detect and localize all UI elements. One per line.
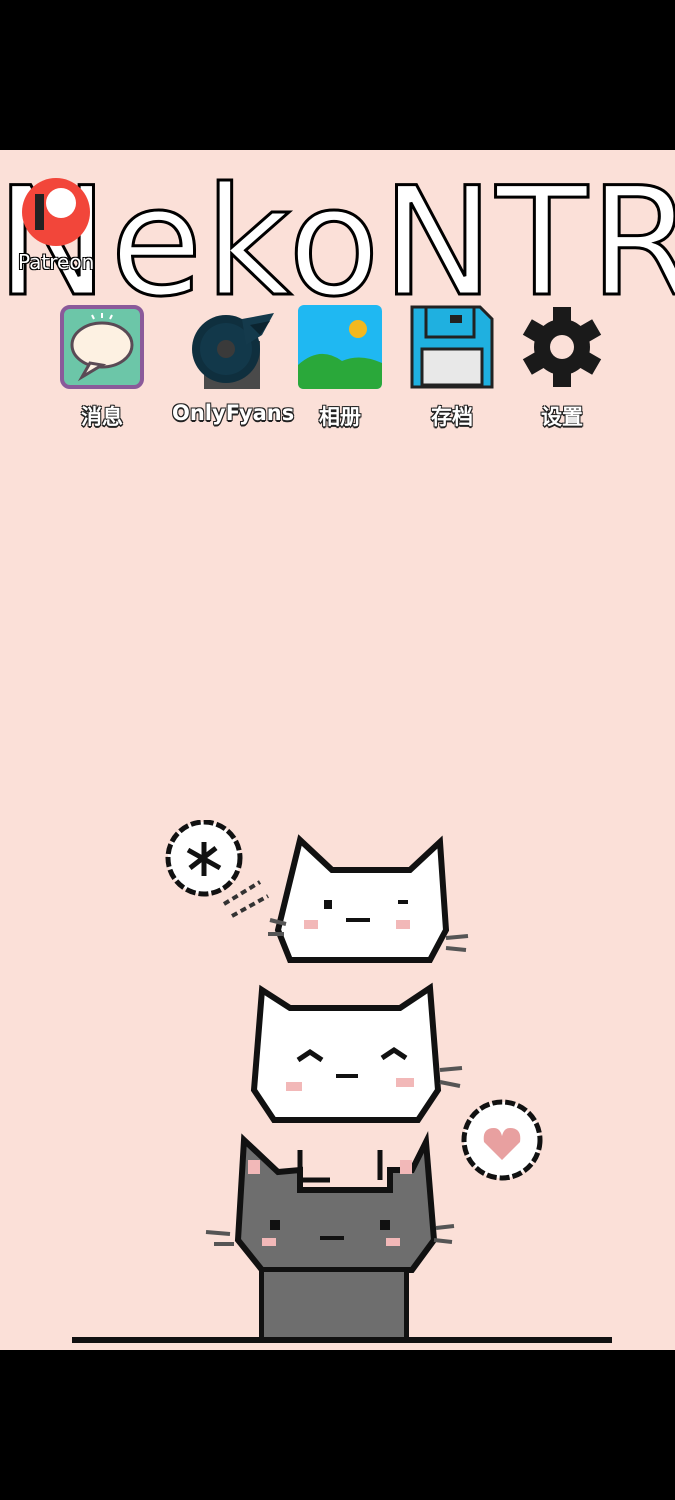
ground-line <box>72 1337 612 1343</box>
heart-bubble-icon <box>461 1099 543 1181</box>
gear-icon <box>522 307 602 387</box>
app-gallery-label: 相册 <box>319 405 361 429</box>
app-messages[interactable]: 消息 <box>42 305 162 435</box>
chat-bubble-icon <box>60 305 144 389</box>
app-onlyfyans-label: OnlyFyans <box>172 401 295 425</box>
app-gallery[interactable]: 相册 <box>280 305 400 435</box>
white-cat-middle <box>250 982 463 1183</box>
floppy-disk-icon <box>410 305 494 389</box>
letterbox-top <box>0 0 675 150</box>
app-save[interactable]: 存档 <box>392 305 512 435</box>
home-screen: NekoNTR Patreon 消息 OnlyFyans 相册 存档 设置 <box>0 150 675 1350</box>
patreon-label: Patreon <box>18 250 95 274</box>
patreon-button[interactable]: Patreon <box>12 178 112 274</box>
patreon-logo-icon <box>22 178 90 246</box>
gallery-icon <box>298 305 382 389</box>
onlyfyans-logo-icon <box>192 313 274 389</box>
letterbox-bottom <box>0 1350 675 1500</box>
app-settings-label: 设置 <box>541 405 583 429</box>
gray-cat-bottom <box>205 1131 455 1343</box>
app-settings[interactable]: 设置 <box>502 305 622 435</box>
cat-stack-illustration <box>165 820 543 1343</box>
app-onlyfyans[interactable]: OnlyFyans <box>172 305 295 435</box>
app-messages-label: 消息 <box>81 405 123 429</box>
scribble-bubble-icon <box>165 820 269 918</box>
white-cat-top <box>268 834 469 963</box>
app-save-label: 存档 <box>431 405 473 429</box>
